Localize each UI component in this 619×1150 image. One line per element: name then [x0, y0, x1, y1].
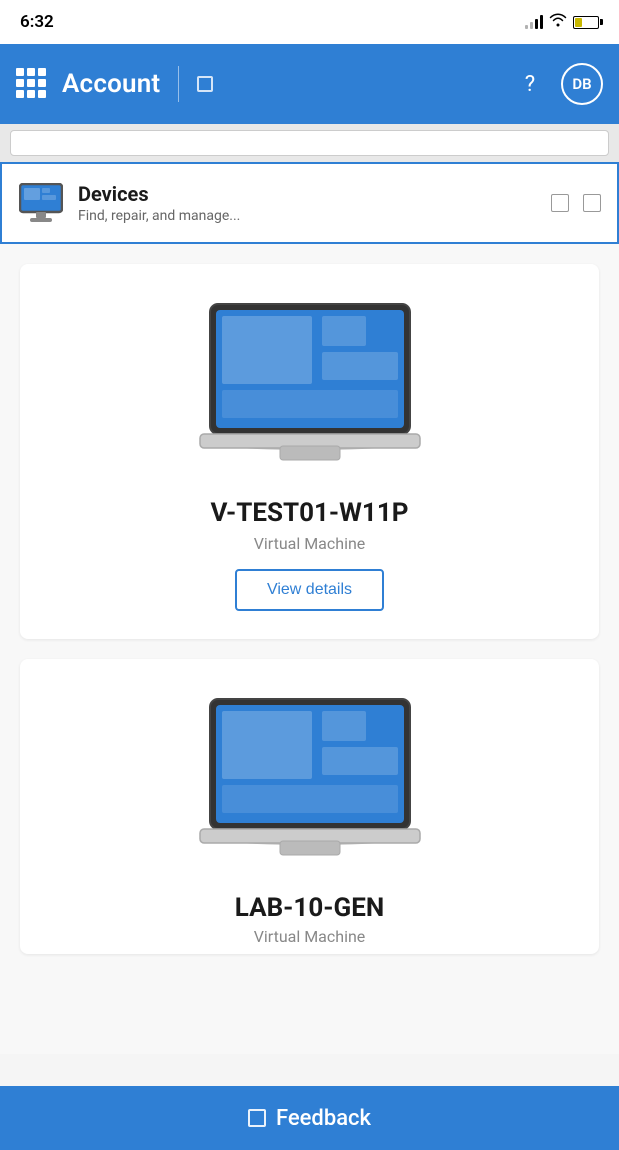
action-square-1[interactable]	[551, 194, 569, 212]
view-details-button-1[interactable]: View details	[235, 569, 384, 611]
feedback-bar[interactable]: Feedback	[0, 1086, 619, 1150]
monitor-icon	[19, 183, 63, 223]
status-bar: 6:32	[0, 0, 619, 44]
feedback-checkbox[interactable]	[248, 1109, 266, 1127]
devices-title: Devices	[78, 182, 537, 206]
signal-icon	[525, 15, 543, 29]
header: Account ? DB	[0, 44, 619, 124]
main-content: Devices Find, repair, and manage...	[0, 162, 619, 1130]
devices-header[interactable]: Devices Find, repair, and manage...	[0, 162, 619, 244]
action-square-2[interactable]	[583, 194, 601, 212]
avatar[interactable]: DB	[561, 63, 603, 105]
status-icons	[525, 13, 599, 31]
device-name-1: V-TEST01-W11P	[210, 498, 408, 528]
header-divider	[178, 66, 179, 102]
devices-subtitle: Find, repair, and manage...	[78, 208, 537, 224]
search-bar[interactable]	[10, 130, 609, 156]
laptop-svg-2	[190, 689, 430, 869]
device-name-2: LAB-10-GEN	[235, 893, 384, 923]
wifi-icon	[549, 13, 567, 31]
laptop-illustration-2	[190, 689, 430, 873]
laptop-svg-1	[190, 294, 430, 474]
header-square-icon[interactable]	[197, 76, 213, 92]
search-bar-container	[0, 124, 619, 162]
help-button[interactable]: ?	[513, 72, 547, 97]
header-title: Account	[62, 69, 160, 99]
laptop-illustration-1	[190, 294, 430, 478]
device-type-2: Virtual Machine	[254, 927, 366, 954]
grid-menu-icon[interactable]	[16, 68, 48, 100]
device-card-2: LAB-10-GEN Virtual Machine	[20, 659, 599, 954]
device-type-1: Virtual Machine	[254, 534, 366, 553]
battery-icon	[573, 16, 599, 29]
devices-actions	[551, 194, 601, 212]
devices-icon-wrapper	[18, 180, 64, 226]
feedback-label: Feedback	[276, 1106, 371, 1131]
device-list: V-TEST01-W11P Virtual Machine View detai…	[0, 244, 619, 1054]
device-card-1: V-TEST01-W11P Virtual Machine View detai…	[20, 264, 599, 639]
status-time: 6:32	[20, 12, 54, 32]
devices-text: Devices Find, repair, and manage...	[78, 182, 537, 224]
